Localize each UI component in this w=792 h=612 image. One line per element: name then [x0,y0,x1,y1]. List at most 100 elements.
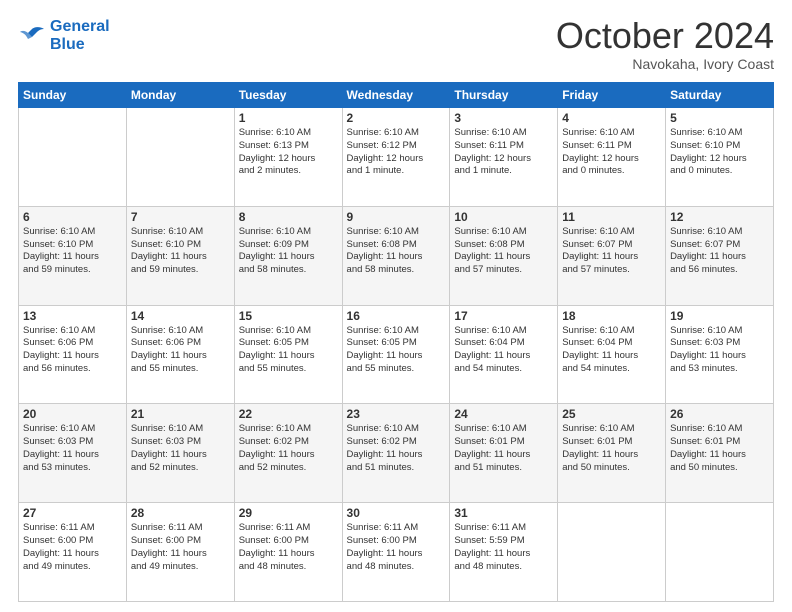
cell-content: and 57 minutes. [454,264,553,277]
calendar-cell: 28Sunrise: 6:11 AMSunset: 6:00 PMDayligh… [126,503,234,602]
cell-content: and 54 minutes. [454,363,553,376]
calendar-cell: 3Sunrise: 6:10 AMSunset: 6:11 PMDaylight… [450,108,558,207]
cell-content: Daylight: 11 hours [131,548,230,561]
day-number: 7 [131,210,230,224]
day-number: 4 [562,111,661,125]
cell-content: Daylight: 12 hours [562,153,661,166]
cell-content: Sunrise: 6:11 AM [454,522,553,535]
cell-content: Sunrise: 6:10 AM [347,325,446,338]
cell-content: Daylight: 11 hours [454,548,553,561]
calendar-week-row: 6Sunrise: 6:10 AMSunset: 6:10 PMDaylight… [19,206,774,305]
cell-content: Sunset: 6:09 PM [239,239,338,252]
cell-content: Daylight: 11 hours [23,449,122,462]
weekday-header: Friday [558,83,666,108]
weekday-header: Tuesday [234,83,342,108]
cell-content: and 59 minutes. [131,264,230,277]
weekday-header: Thursday [450,83,558,108]
cell-content: Sunrise: 6:10 AM [562,127,661,140]
cell-content: and 50 minutes. [670,462,769,475]
cell-content: and 0 minutes. [562,165,661,178]
calendar-cell [558,503,666,602]
cell-content: Daylight: 12 hours [670,153,769,166]
header: General Blue October 2024 Navokaha, Ivor… [18,18,774,72]
month-title: October 2024 [556,18,774,54]
calendar-cell: 2Sunrise: 6:10 AMSunset: 6:12 PMDaylight… [342,108,450,207]
calendar-week-row: 20Sunrise: 6:10 AMSunset: 6:03 PMDayligh… [19,404,774,503]
cell-content: Sunset: 6:01 PM [670,436,769,449]
cell-content: and 52 minutes. [239,462,338,475]
cell-content: and 49 minutes. [131,561,230,574]
cell-content: Sunrise: 6:10 AM [562,226,661,239]
calendar-cell: 9Sunrise: 6:10 AMSunset: 6:08 PMDaylight… [342,206,450,305]
calendar-cell: 23Sunrise: 6:10 AMSunset: 6:02 PMDayligh… [342,404,450,503]
cell-content: Daylight: 11 hours [454,449,553,462]
calendar-cell [126,108,234,207]
page: General Blue October 2024 Navokaha, Ivor… [0,0,792,612]
calendar-cell: 15Sunrise: 6:10 AMSunset: 6:05 PMDayligh… [234,305,342,404]
cell-content: Sunset: 6:12 PM [347,140,446,153]
cell-content: Sunrise: 6:10 AM [347,226,446,239]
day-number: 25 [562,407,661,421]
cell-content: and 0 minutes. [670,165,769,178]
cell-content: Daylight: 11 hours [670,251,769,264]
cell-content: Daylight: 12 hours [454,153,553,166]
day-number: 9 [347,210,446,224]
calendar-cell [19,108,127,207]
day-number: 29 [239,506,338,520]
cell-content: Sunset: 6:13 PM [239,140,338,153]
cell-content: Sunrise: 6:10 AM [670,325,769,338]
day-number: 18 [562,309,661,323]
cell-content: and 59 minutes. [23,264,122,277]
cell-content: and 48 minutes. [239,561,338,574]
calendar-cell: 17Sunrise: 6:10 AMSunset: 6:04 PMDayligh… [450,305,558,404]
day-number: 5 [670,111,769,125]
calendar-cell: 12Sunrise: 6:10 AMSunset: 6:07 PMDayligh… [666,206,774,305]
location: Navokaha, Ivory Coast [556,56,774,72]
cell-content: Sunrise: 6:10 AM [347,127,446,140]
cell-content: Daylight: 11 hours [562,251,661,264]
cell-content: Sunset: 6:08 PM [347,239,446,252]
cell-content: Daylight: 12 hours [239,153,338,166]
cell-content: Sunset: 6:01 PM [562,436,661,449]
day-number: 31 [454,506,553,520]
day-number: 6 [23,210,122,224]
calendar-cell: 24Sunrise: 6:10 AMSunset: 6:01 PMDayligh… [450,404,558,503]
cell-content: Sunset: 6:00 PM [239,535,338,548]
cell-content: Sunrise: 6:10 AM [670,423,769,436]
cell-content: Daylight: 11 hours [239,449,338,462]
day-number: 19 [670,309,769,323]
cell-content: Sunset: 6:07 PM [562,239,661,252]
cell-content: Sunset: 6:11 PM [562,140,661,153]
calendar-cell: 20Sunrise: 6:10 AMSunset: 6:03 PMDayligh… [19,404,127,503]
cell-content: Sunset: 6:11 PM [454,140,553,153]
day-number: 24 [454,407,553,421]
cell-content: Sunrise: 6:10 AM [670,226,769,239]
day-number: 20 [23,407,122,421]
cell-content: Daylight: 11 hours [239,548,338,561]
cell-content: Sunrise: 6:11 AM [23,522,122,535]
cell-content: Sunset: 6:05 PM [347,337,446,350]
calendar-cell: 30Sunrise: 6:11 AMSunset: 6:00 PMDayligh… [342,503,450,602]
cell-content: Sunrise: 6:10 AM [239,325,338,338]
cell-content: Sunrise: 6:10 AM [454,325,553,338]
cell-content: Sunset: 6:03 PM [670,337,769,350]
cell-content: Sunset: 6:07 PM [670,239,769,252]
cell-content: and 54 minutes. [562,363,661,376]
cell-content: Daylight: 11 hours [23,548,122,561]
calendar-cell: 5Sunrise: 6:10 AMSunset: 6:10 PMDaylight… [666,108,774,207]
cell-content: Sunrise: 6:10 AM [131,423,230,436]
cell-content: Sunset: 6:10 PM [670,140,769,153]
cell-content: Daylight: 11 hours [454,350,553,363]
cell-content: Daylight: 11 hours [131,350,230,363]
day-number: 27 [23,506,122,520]
logo: General Blue [18,18,110,53]
cell-content: and 52 minutes. [131,462,230,475]
day-number: 10 [454,210,553,224]
day-number: 16 [347,309,446,323]
calendar-cell: 16Sunrise: 6:10 AMSunset: 6:05 PMDayligh… [342,305,450,404]
cell-content: and 56 minutes. [23,363,122,376]
logo-text: General Blue [50,18,110,53]
cell-content: and 55 minutes. [239,363,338,376]
logo-icon [18,25,46,47]
cell-content: Daylight: 11 hours [562,449,661,462]
